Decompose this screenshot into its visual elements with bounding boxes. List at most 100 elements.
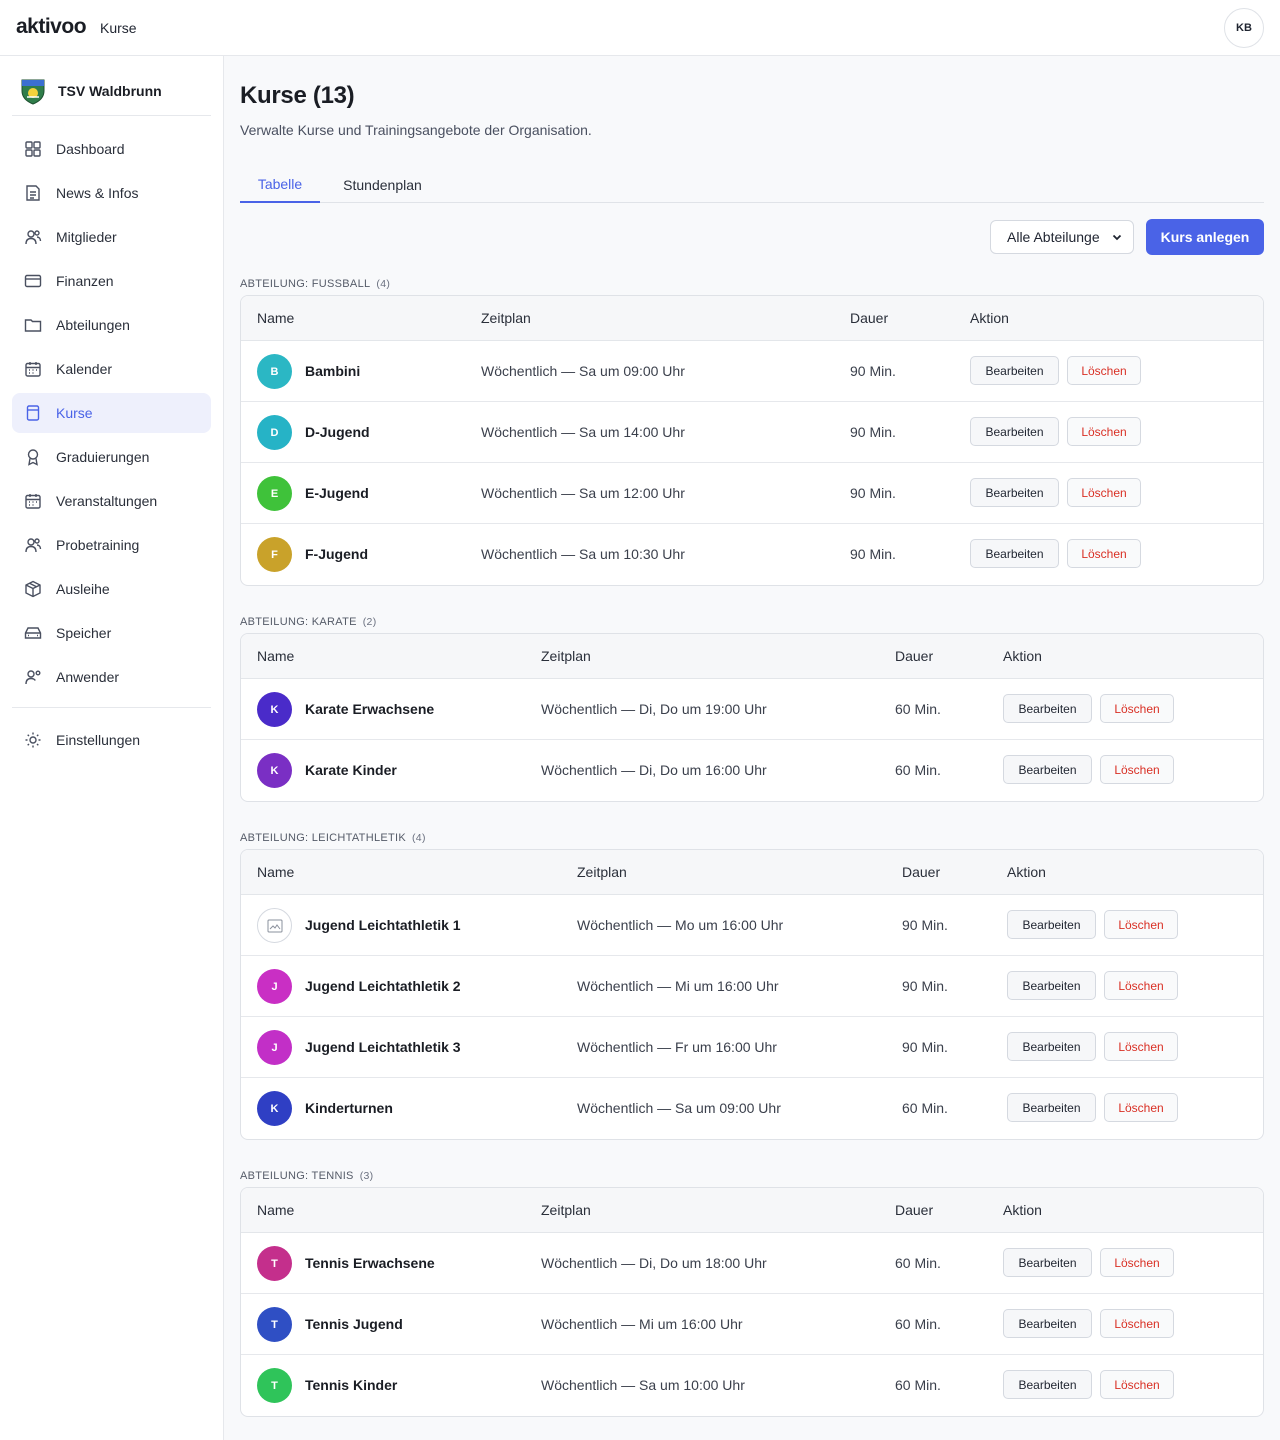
- department-filter-select[interactable]: Alle Abteilunge: [990, 220, 1134, 254]
- table-row[interactable]: K Karate Erwachsene Wöchentlich — Di, Do u…: [241, 679, 1263, 740]
- sidebar-item-label: Kalender: [56, 361, 113, 377]
- tab-table[interactable]: Tabelle: [240, 166, 320, 203]
- delete-button[interactable]: Löschen: [1104, 1032, 1178, 1061]
- section-count: (4): [412, 832, 426, 844]
- news-icon: [26, 185, 40, 201]
- sidebar-item-label: Kurse: [56, 405, 93, 421]
- column-header-action: Aktion: [970, 310, 1009, 326]
- table-row[interactable]: F F-Jugend Wöchentlich — Sa um 10:30 Uhr 90…: [241, 524, 1263, 585]
- table-row[interactable]: T Tennis Kinder Wöchentlich — Sa um 10:00 …: [241, 1355, 1263, 1416]
- sidebar-item-events[interactable]: Veranstaltungen: [12, 481, 211, 521]
- edit-button[interactable]: Bearbeiten: [970, 539, 1059, 568]
- course-duration: 60 Min.: [902, 1100, 948, 1116]
- delete-button[interactable]: Löschen: [1104, 910, 1178, 939]
- edit-button[interactable]: Bearbeiten: [1007, 910, 1096, 939]
- course-name: Tennis Kinder: [305, 1377, 398, 1393]
- sidebar-item-label: Anwender: [56, 669, 120, 685]
- edit-button[interactable]: Bearbeiten: [1003, 755, 1092, 784]
- delete-button[interactable]: Löschen: [1104, 971, 1178, 1000]
- tab-timetable[interactable]: Stundenplan: [332, 166, 433, 203]
- delete-button[interactable]: Löschen: [1100, 1370, 1174, 1399]
- course-avatar: K: [257, 692, 292, 727]
- course-avatar: J: [257, 1030, 292, 1065]
- create-course-button[interactable]: Kurs anlegen: [1146, 219, 1264, 255]
- table-row[interactable]: T Tennis Jugend Wöchentlich — Mi um 16:00 …: [241, 1294, 1263, 1355]
- storage-icon: [24, 627, 42, 639]
- column-header-schedule: Zeitplan: [481, 310, 531, 326]
- delete-button[interactable]: Löschen: [1104, 1093, 1178, 1122]
- course-table: Name Zeitplan Dauer Aktion K Karate Erwachsen…: [240, 633, 1264, 802]
- sidebar-item-finances[interactable]: Finanzen: [12, 261, 211, 301]
- page-subtitle: Verwalte Kurse und Trainingsangebote der…: [240, 122, 592, 138]
- edit-button[interactable]: Bearbeiten: [1003, 1370, 1092, 1399]
- sidebar-item-members[interactable]: Mitglieder: [12, 217, 211, 257]
- course-duration: 90 Min.: [902, 978, 948, 994]
- section-heading: ABTEILUNG: KARATE (2): [240, 616, 377, 628]
- table-row[interactable]: D D-Jugend Wöchentlich — Sa um 14:00 Uhr 90…: [241, 402, 1263, 463]
- sidebar-item-storage[interactable]: Speicher: [12, 613, 211, 653]
- edit-button[interactable]: Bearbeiten: [970, 356, 1059, 385]
- edit-button[interactable]: Bearbeiten: [1007, 1032, 1096, 1061]
- delete-button[interactable]: Löschen: [1067, 417, 1141, 446]
- edit-button[interactable]: Bearbeiten: [970, 478, 1059, 507]
- table-row[interactable]: E E-Jugend Wöchentlich — Sa um 12:00 Uhr 90…: [241, 463, 1263, 524]
- app-logo[interactable]: aktivoo: [16, 15, 87, 39]
- course-name: Bambini: [305, 363, 361, 379]
- table-row[interactable]: K Karate Kinder Wöchentlich — Di, Do um 16…: [241, 740, 1263, 801]
- course-duration: 60 Min.: [895, 701, 941, 717]
- delete-button[interactable]: Löschen: [1100, 755, 1174, 784]
- sidebar-item-label: Abteilungen: [56, 317, 130, 333]
- edit-button[interactable]: Bearbeiten: [1003, 1248, 1092, 1277]
- edit-button[interactable]: Bearbeiten: [1007, 971, 1096, 1000]
- course-schedule: Wöchentlich — Sa um 09:00 Uhr: [481, 363, 685, 379]
- table-row[interactable]: J Jugend Leichtathletik 2 Wöchentlich — Mi…: [241, 956, 1263, 1017]
- user-avatar[interactable]: KB: [1224, 8, 1264, 48]
- sidebar-item-calendar[interactable]: Kalender: [12, 349, 211, 389]
- users-icon: [25, 538, 42, 553]
- edit-button[interactable]: Bearbeiten: [1007, 1093, 1096, 1122]
- edit-button[interactable]: Bearbeiten: [970, 417, 1059, 446]
- sidebar-item-departments[interactable]: Abteilungen: [12, 305, 211, 345]
- sidebar-item-dashboard[interactable]: Dashboard: [12, 129, 211, 169]
- delete-button[interactable]: Löschen: [1067, 478, 1141, 507]
- sidebar-item-label: Veranstaltungen: [56, 493, 158, 509]
- course-avatar: B: [257, 354, 292, 389]
- sidebar-item-users[interactable]: Anwender: [12, 657, 211, 697]
- sidebar-item-trial-training[interactable]: Probetraining: [12, 525, 211, 565]
- course-schedule: Wöchentlich — Sa um 10:00 Uhr: [541, 1377, 745, 1393]
- sidebar-item-graduations[interactable]: Graduierungen: [12, 437, 211, 477]
- delete-button[interactable]: Löschen: [1100, 1309, 1174, 1338]
- course-duration: 90 Min.: [850, 485, 896, 501]
- table-row[interactable]: K Kinderturnen Wöchentlich — Sa um 09:00 U…: [241, 1078, 1263, 1139]
- organization-name: TSV Waldbrunn: [58, 82, 162, 99]
- edit-button[interactable]: Bearbeiten: [1003, 694, 1092, 723]
- sidebar-item-courses[interactable]: Kurse: [12, 393, 211, 433]
- table-row[interactable]: B Bambini Wöchentlich — Sa um 09:00 Uhr 90 …: [241, 341, 1263, 402]
- course-table: Name Zeitplan Dauer Aktion Jugend Leichtathl…: [240, 849, 1264, 1140]
- delete-button[interactable]: Löschen: [1100, 1248, 1174, 1277]
- column-header-name: Name: [257, 648, 295, 664]
- view-tabs: Tabelle Stundenplan: [240, 166, 1264, 203]
- column-header-duration: Dauer: [895, 1202, 934, 1218]
- column-header-action: Aktion: [1003, 648, 1042, 664]
- course-avatar: E: [257, 476, 292, 511]
- delete-button[interactable]: Löschen: [1067, 539, 1141, 568]
- column-header-schedule: Zeitplan: [577, 864, 627, 880]
- column-header-schedule: Zeitplan: [541, 648, 591, 664]
- course-schedule: Wöchentlich — Fr um 16:00 Uhr: [577, 1039, 777, 1055]
- organization-switcher[interactable]: TSV Waldbrunn: [12, 66, 211, 116]
- course-name: Tennis Erwachsene: [305, 1255, 435, 1271]
- table-row[interactable]: Jugend Leichtathletik 1 Wöchentlich — Mo …: [241, 895, 1263, 956]
- table-row[interactable]: T Tennis Erwachsene Wöchentlich — Di, Do u…: [241, 1233, 1263, 1294]
- delete-button[interactable]: Löschen: [1067, 356, 1141, 385]
- sidebar-item-lending[interactable]: Ausleihe: [12, 569, 211, 609]
- edit-button[interactable]: Bearbeiten: [1003, 1309, 1092, 1338]
- sidebar-item-news[interactable]: News & Infos: [12, 173, 211, 213]
- course-name: D-Jugend: [305, 424, 370, 440]
- table-row[interactable]: J Jugend Leichtathletik 3 Wöchentlich — Fr…: [241, 1017, 1263, 1078]
- user-gear-icon: [25, 670, 41, 685]
- course-schedule: Wöchentlich — Di, Do um 18:00 Uhr: [541, 1255, 767, 1271]
- sidebar-item-settings[interactable]: Einstellungen: [12, 720, 211, 760]
- sidebar-item-label: News & Infos: [56, 185, 139, 201]
- delete-button[interactable]: Löschen: [1100, 694, 1174, 723]
